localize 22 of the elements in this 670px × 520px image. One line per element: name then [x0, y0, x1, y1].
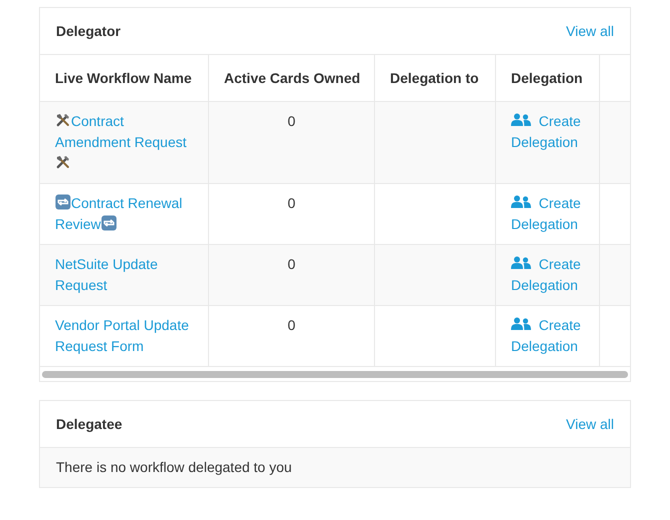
- view-all-link[interactable]: View all: [566, 416, 614, 432]
- table-cell: 0: [288, 317, 296, 333]
- table-cell: 0: [288, 195, 296, 211]
- tools-icon: [55, 154, 71, 170]
- users-icon: [511, 256, 531, 270]
- repeat-icon: [100, 215, 117, 231]
- empty-message: There is no workflow delegated to you: [56, 459, 292, 475]
- view-all-link[interactable]: View all: [566, 23, 614, 39]
- workflow-link[interactable]: Vendor Portal Update Request Form: [55, 315, 193, 357]
- repeat-icon: [55, 194, 71, 210]
- create-delegation-link[interactable]: Create Delegation: [511, 315, 584, 357]
- card-title: Delegator: [56, 23, 121, 39]
- table-cell: 0: [288, 256, 296, 272]
- users-icon: [511, 317, 531, 331]
- workflow-link[interactable]: Contract Renewal Review: [55, 193, 193, 235]
- users-icon: [511, 195, 531, 209]
- scrollbar[interactable]: [42, 371, 628, 378]
- tools-icon: [55, 112, 71, 128]
- users-icon: [511, 113, 531, 127]
- table-cell: 0: [288, 113, 296, 129]
- create-delegation-link[interactable]: Create Delegation: [511, 193, 584, 235]
- card-title: Delegatee: [56, 416, 122, 432]
